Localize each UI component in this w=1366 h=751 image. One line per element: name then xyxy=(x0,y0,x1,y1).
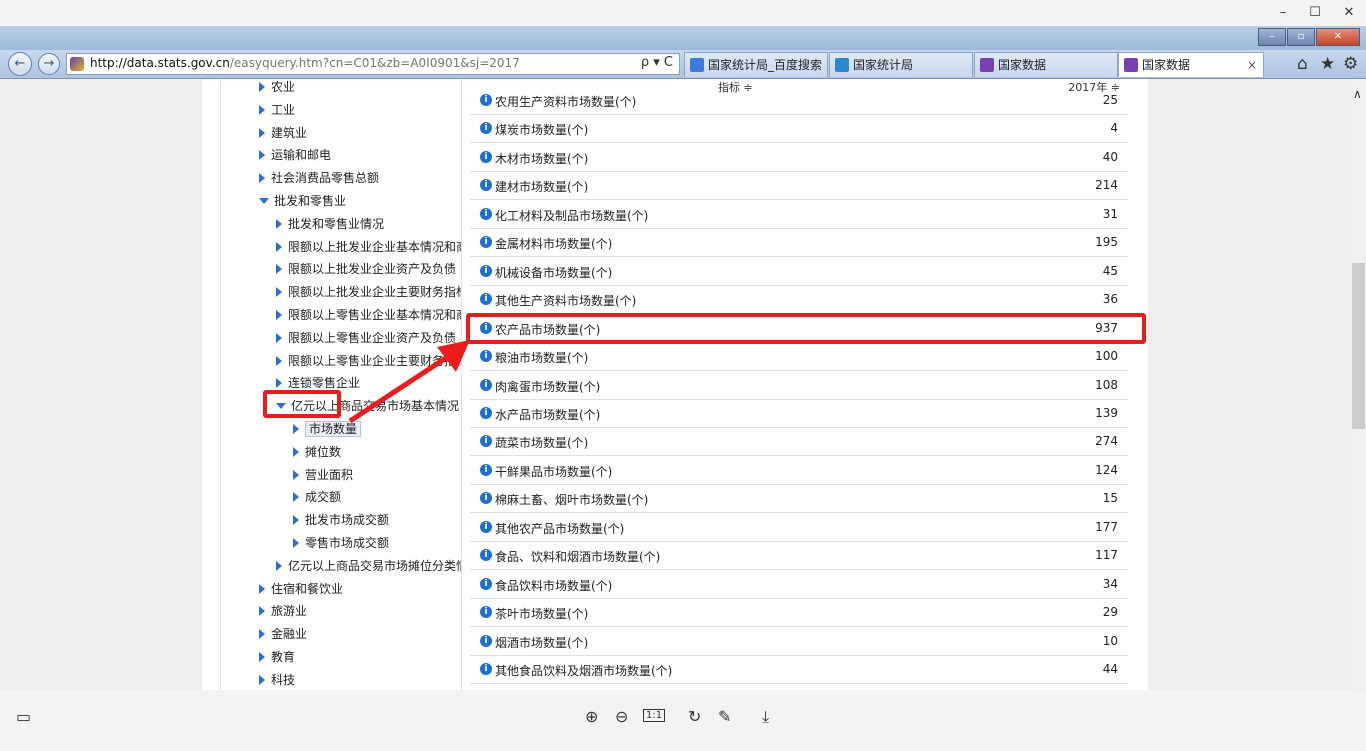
annotation-arrow-head xyxy=(437,340,470,372)
zoom-in-icon[interactable]: ⊕ xyxy=(585,707,598,726)
zoom-out-icon[interactable]: ⊖ xyxy=(615,707,628,726)
annotation-arrow-shaft xyxy=(348,351,454,424)
download-icon[interactable]: ⤓ xyxy=(762,707,769,727)
actual-size-icon[interactable]: 1:1 xyxy=(643,709,666,722)
viewer-toolbar: ▭ ⊕ ⊖ 1:1 ↻ ✎ ⤓ xyxy=(0,690,1366,751)
annotation-arrow-layer xyxy=(348,340,470,424)
thumbnails-icon[interactable]: ▭ xyxy=(16,707,31,726)
rotate-icon[interactable]: ↻ xyxy=(688,707,701,726)
edit-pencil-icon[interactable]: ✎ xyxy=(718,707,731,726)
